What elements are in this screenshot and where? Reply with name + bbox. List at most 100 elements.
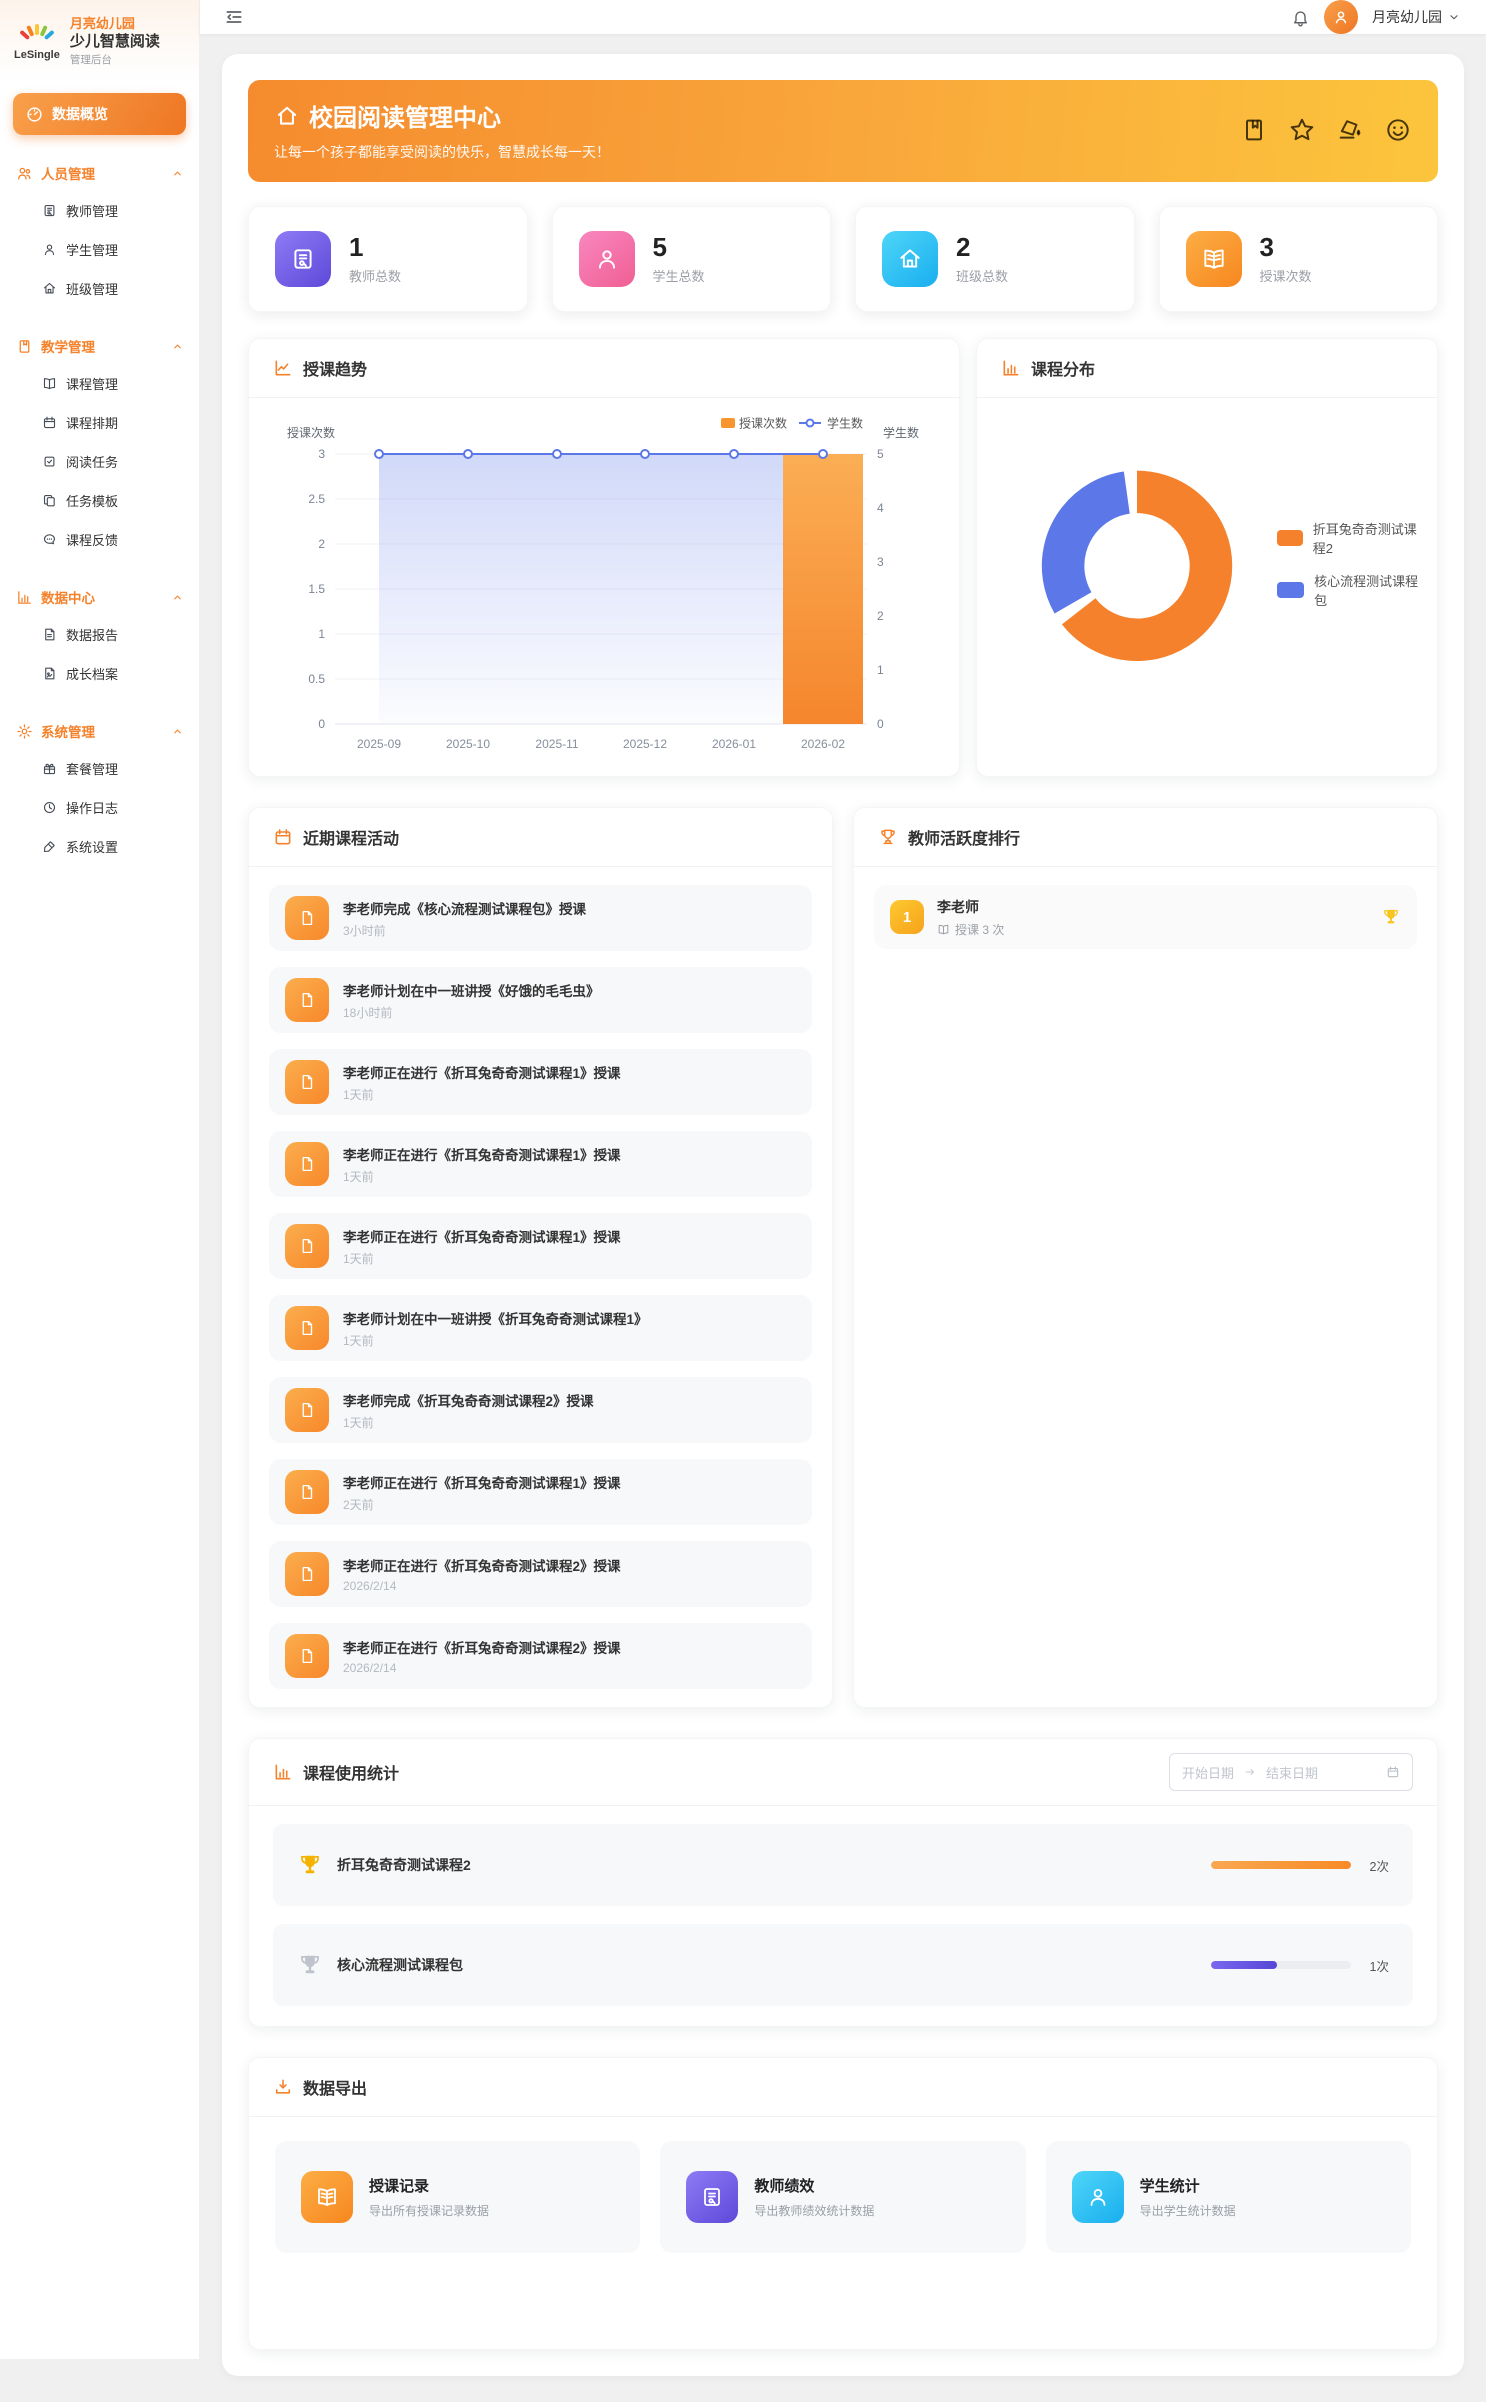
activity-title: 李老师计划在中一班讲授《好饿的毛毛虫》 bbox=[343, 980, 600, 1000]
sidebar-section-data-center[interactable]: 数据中心 bbox=[13, 579, 186, 615]
chevron-up-icon bbox=[172, 168, 183, 179]
legend-label: 授课次数 bbox=[739, 416, 787, 431]
user-avatar[interactable] bbox=[1324, 0, 1358, 34]
svg-text:2025-11: 2025-11 bbox=[535, 737, 578, 751]
history-icon bbox=[42, 800, 57, 815]
sidebar-section-system[interactable]: 系统管理 bbox=[13, 713, 186, 749]
tool-icon bbox=[42, 839, 57, 854]
svg-text:0: 0 bbox=[877, 717, 884, 731]
dashboard-container: 校园阅读管理中心 让每一个孩子都能享受阅读的快乐，智慧成长每一天！ bbox=[222, 54, 1464, 2376]
brand-subtitle: 管理后台 bbox=[70, 54, 160, 67]
legend-label: 核心流程测试课程包 bbox=[1314, 571, 1427, 609]
activity-title: 李老师正在进行《折耳兔奇奇测试课程2》授课 bbox=[343, 1637, 621, 1657]
sidebar-item-label: 操作日志 bbox=[66, 798, 118, 817]
sidebar-item-course-feedback[interactable]: 课程反馈 bbox=[13, 520, 186, 559]
y-right-axis-label: 学生数 bbox=[883, 425, 919, 440]
export-lesson-records[interactable]: 授课记录 导出所有授课记录数据 bbox=[275, 2141, 640, 2253]
sidebar-item-label: 套餐管理 bbox=[66, 759, 118, 778]
arrow-right-icon bbox=[1244, 1766, 1256, 1778]
sidebar-item-data-report[interactable]: 数据报告 bbox=[13, 615, 186, 654]
sidebar-item-label: 数据概览 bbox=[52, 104, 108, 124]
svg-text:0: 0 bbox=[318, 717, 325, 731]
trophy-icon bbox=[878, 827, 898, 847]
sidebar-item-label: 课程反馈 bbox=[66, 530, 118, 549]
activity-item: 李老师计划在中一班讲授《好饿的毛毛虫》 18小时前 bbox=[269, 967, 812, 1033]
activity-title: 李老师计划在中一班讲授《折耳兔奇奇测试课程1》 bbox=[343, 1308, 648, 1328]
activity-time: 1天前 bbox=[343, 1250, 621, 1267]
sidebar-item-class-management[interactable]: 班级管理 bbox=[13, 269, 186, 308]
gold-trophy-icon bbox=[297, 1852, 323, 1878]
menu-fold-icon[interactable] bbox=[224, 7, 244, 27]
sidebar-item-student-management[interactable]: 学生管理 bbox=[13, 230, 186, 269]
open-book-icon bbox=[1186, 231, 1242, 287]
export-desc: 导出教师绩效统计数据 bbox=[754, 2202, 874, 2219]
sidebar-section-personnel[interactable]: 人员管理 bbox=[13, 155, 186, 191]
id-card-icon bbox=[686, 2171, 738, 2223]
sidebar-item-package-management[interactable]: 套餐管理 bbox=[13, 749, 186, 788]
stat-card-teachers: 1 教师总数 bbox=[248, 206, 528, 312]
stat-label: 班级总数 bbox=[956, 266, 1008, 285]
activity-title: 李老师完成《核心流程测试课程包》授课 bbox=[343, 898, 586, 918]
task-check-icon bbox=[42, 454, 57, 469]
course-name: 核心流程测试课程包 bbox=[337, 1955, 463, 1975]
usage-count: 1次 bbox=[1363, 1956, 1389, 1975]
activity-item: 李老师正在进行《折耳兔奇奇测试课程1》授课 1天前 bbox=[269, 1049, 812, 1115]
document-icon bbox=[285, 978, 329, 1022]
export-teacher-performance[interactable]: 教师绩效 导出教师绩效统计数据 bbox=[660, 2141, 1025, 2253]
date-range-picker[interactable]: 开始日期 结束日期 bbox=[1169, 1753, 1413, 1791]
activity-item: 李老师正在进行《折耳兔奇奇测试课程1》授课 1天前 bbox=[269, 1131, 812, 1197]
data-export-card: 数据导出 授课记录 导出所有授课记录数据 bbox=[248, 2057, 1438, 2350]
open-book-icon bbox=[301, 2171, 353, 2223]
export-desc: 导出学生统计数据 bbox=[1140, 2202, 1236, 2219]
sidebar-item-reading-tasks[interactable]: 阅读任务 bbox=[13, 442, 186, 481]
legend-item: 核心流程测试课程包 bbox=[1277, 571, 1427, 609]
sidebar-section-teaching[interactable]: 教学管理 bbox=[13, 328, 186, 364]
sidebar: LeSingle 月亮幼儿园 少儿智慧阅读 管理后台 数据概览 bbox=[0, 0, 200, 2359]
rank-badge: 1 bbox=[890, 900, 924, 934]
legend-swatch-orange bbox=[1277, 530, 1303, 546]
export-student-stats[interactable]: 学生统计 导出学生统计数据 bbox=[1046, 2141, 1411, 2253]
usage-row: 折耳兔奇奇测试课程2 2次 bbox=[273, 1824, 1413, 1906]
sidebar-item-label: 学生管理 bbox=[66, 240, 118, 259]
line-chart-icon bbox=[273, 358, 293, 378]
sidebar-item-operation-log[interactable]: 操作日志 bbox=[13, 788, 186, 827]
report-icon bbox=[42, 627, 57, 642]
silver-trophy-icon bbox=[297, 1952, 323, 1978]
activity-item: 李老师正在进行《折耳兔奇奇测试课程2》授课 2026/2/14 bbox=[269, 1541, 812, 1607]
y-left-axis-label: 授课次数 bbox=[287, 425, 335, 440]
stat-value: 2 bbox=[956, 233, 1008, 262]
person-icon bbox=[42, 242, 57, 257]
gauge-icon bbox=[26, 106, 43, 123]
stat-value: 5 bbox=[653, 233, 705, 262]
activity-list: 李老师完成《核心流程测试课程包》授课 3小时前 李老师计划在中一班讲授《好饿的毛… bbox=[249, 867, 832, 1707]
sidebar-item-task-templates[interactable]: 任务模板 bbox=[13, 481, 186, 520]
chevron-up-icon bbox=[172, 726, 183, 737]
banner-subtitle: 让每一个孩子都能享受阅读的快乐，智慧成长每一天！ bbox=[274, 142, 610, 162]
sidebar-item-teacher-management[interactable]: 教师管理 bbox=[13, 191, 186, 230]
id-card-icon bbox=[275, 231, 331, 287]
document-icon bbox=[285, 1224, 329, 1268]
sidebar-item-dashboard[interactable]: 数据概览 bbox=[13, 93, 186, 135]
document-icon bbox=[285, 1306, 329, 1350]
export-title: 学生统计 bbox=[1140, 2175, 1236, 2196]
svg-text:2.5: 2.5 bbox=[308, 492, 325, 506]
bell-icon[interactable] bbox=[1291, 8, 1310, 27]
export-desc: 导出所有授课记录数据 bbox=[369, 2202, 489, 2219]
activity-title: 李老师完成《折耳兔奇奇测试课程2》授课 bbox=[343, 1390, 594, 1410]
sidebar-item-course-schedule[interactable]: 课程排期 bbox=[13, 403, 186, 442]
activity-item: 李老师完成《折耳兔奇奇测试课程2》授课 1天前 bbox=[269, 1377, 812, 1443]
calendar-icon bbox=[1386, 1765, 1400, 1779]
donut-chart: 折耳兔奇奇测试课程2 核心流程测试课程包 bbox=[977, 398, 1437, 738]
chevron-down-icon bbox=[1448, 11, 1460, 23]
chevron-up-icon bbox=[172, 341, 183, 352]
sidebar-item-growth-archive[interactable]: 成长档案 bbox=[13, 654, 186, 693]
sidebar-section-label: 系统管理 bbox=[41, 721, 95, 741]
course-name: 折耳兔奇奇测试课程2 bbox=[337, 1855, 471, 1875]
stat-label: 学生总数 bbox=[653, 266, 705, 285]
user-menu[interactable]: 月亮幼儿园 bbox=[1372, 7, 1460, 27]
stat-value: 1 bbox=[349, 233, 401, 262]
sidebar-section-label: 教学管理 bbox=[41, 336, 95, 356]
sidebar-item-system-settings[interactable]: 系统设置 bbox=[13, 827, 186, 866]
svg-text:1: 1 bbox=[877, 663, 884, 677]
sidebar-item-course-management[interactable]: 课程管理 bbox=[13, 364, 186, 403]
